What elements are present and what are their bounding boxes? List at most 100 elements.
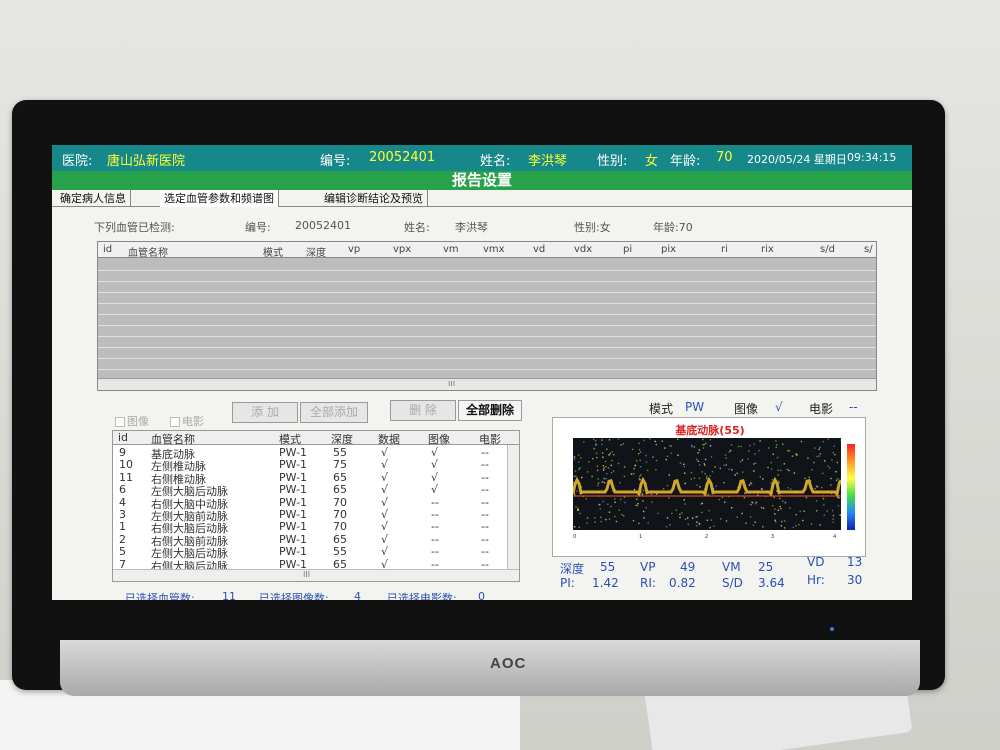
tab-vessel-params[interactable]: 选定血管参数和频谱图 xyxy=(160,190,279,207)
spectrum-speckle xyxy=(775,440,777,442)
spectrum-speckle xyxy=(614,501,616,503)
spectrum-speckle xyxy=(821,486,823,489)
delete-button[interactable]: 删 除 xyxy=(390,400,456,421)
spectrum-speckle xyxy=(822,472,824,474)
list-item[interactable]: 6 左侧大脑后动脉 PW-1 65 √ √ -- xyxy=(113,483,519,498)
spectrum-speckle xyxy=(775,521,777,523)
add-button[interactable]: 添 加 xyxy=(232,402,298,423)
spectrum-speckle xyxy=(725,457,727,459)
spectrum-speckle xyxy=(823,514,825,516)
delete-all-button[interactable]: 全部删除 xyxy=(458,400,522,421)
spectrum-speckle xyxy=(808,476,810,479)
table-row-divider xyxy=(98,369,876,370)
spectrum-speckle xyxy=(752,502,754,504)
spectrum-speckle xyxy=(615,520,618,523)
spectrum-speckle xyxy=(745,522,747,524)
spectrum-speckle xyxy=(591,475,593,478)
cell-data: √ xyxy=(381,446,389,459)
cell-image: -- xyxy=(431,508,439,521)
spectrum-speckle xyxy=(719,467,721,470)
spectrum-speckle xyxy=(601,443,603,446)
list-item[interactable]: 1 右侧大脑后动脉 PW-1 70 √ -- -- xyxy=(113,520,519,535)
doppler-spectrum-panel: 基底动脉(55) 160 80 0 80 160 0 1 2 3 4 xyxy=(552,417,866,557)
cell-image: -- xyxy=(431,495,439,509)
col-header: 图像 xyxy=(428,433,450,446)
horizontal-scrollbar[interactable]: III xyxy=(113,569,519,581)
list-item[interactable]: 9 基底动脉 PW-1 55 √ √ -- xyxy=(113,446,519,461)
spectrum-speckle xyxy=(793,472,796,474)
checkbox-box[interactable] xyxy=(115,417,125,427)
tab-patient-info[interactable]: 确定病人信息 xyxy=(56,190,131,207)
spectrum-speckle xyxy=(803,510,805,512)
spectrum-speckle xyxy=(723,481,725,484)
spectrum-speckle xyxy=(605,478,607,480)
spectrum-speckle xyxy=(610,464,612,467)
pi-label: PI: xyxy=(560,576,575,590)
spectrum-speckle xyxy=(578,526,580,529)
cell-image: -- xyxy=(431,520,439,534)
list-item[interactable]: 7 右侧大脑后动脉 PW-1 65 √ -- -- xyxy=(113,558,519,573)
spectrum-speckle xyxy=(737,445,740,448)
spectrum-speckle xyxy=(608,454,610,456)
spectrum-speckle xyxy=(826,510,828,512)
spectrum-speckle xyxy=(833,445,835,447)
spectrum-speckle xyxy=(580,457,582,459)
cine-checkbox[interactable]: 电影 xyxy=(170,413,204,429)
spectrum-speckle xyxy=(681,512,683,514)
spectrum-speckle xyxy=(703,463,706,465)
spectrum-speckle xyxy=(748,450,750,452)
spectrum-speckle xyxy=(800,440,803,443)
spectrum-speckle xyxy=(754,521,756,523)
list-item[interactable]: 10 左侧椎动脉 PW-1 75 √ √ -- xyxy=(113,458,519,473)
spectrum-speckle xyxy=(755,501,758,503)
spectrum-speckle xyxy=(834,454,836,456)
info-id-label: 编号: xyxy=(245,221,271,234)
spectrum-speckle xyxy=(602,456,604,458)
selected-vessels-list[interactable]: id 血管名称 模式 深度 数据 图像 电影 9 基底动脉 PW-1 55 √ √ -- 10… xyxy=(112,430,520,582)
list-item[interactable]: 5 左侧大脑后动脉 PW-1 55 √ -- -- xyxy=(113,545,519,560)
list-item[interactable]: 4 右侧大脑中动脉 PW-1 70 √ -- -- xyxy=(113,495,519,511)
image-checkbox[interactable]: 图像 xyxy=(115,413,149,429)
spectrum-speckle xyxy=(786,468,788,471)
spectrum-speckle xyxy=(725,520,728,522)
vessel-count-label: 已选择血管数: xyxy=(125,592,195,600)
spectrum-speckle xyxy=(668,497,670,499)
col-header: s/d xyxy=(820,244,835,255)
spectrum-speckle xyxy=(818,455,820,457)
spectrum-speckle xyxy=(805,496,808,499)
cell-depth: 55 xyxy=(333,446,347,459)
spectrum-speckle xyxy=(577,509,579,511)
spectrum-speckle xyxy=(655,443,657,446)
spectrum-speckle xyxy=(698,523,700,525)
spectrum-speckle xyxy=(832,452,834,454)
tab-diagnosis-preview[interactable]: 编辑诊断结论及预览 xyxy=(320,190,428,207)
vm-value: 25 xyxy=(758,560,774,574)
patient-id: 20052401 xyxy=(369,150,436,165)
spectrum-speckle xyxy=(635,460,638,462)
spectrum-speckle xyxy=(641,493,644,496)
spectrum-speckle xyxy=(724,501,726,503)
spectrum-speckle xyxy=(706,475,708,478)
spectrum-speckle xyxy=(724,454,727,456)
color-scale xyxy=(847,444,855,530)
scroll-thumb[interactable]: III xyxy=(303,570,310,579)
add-all-button[interactable]: 全部添加 xyxy=(300,402,368,423)
spectrum-speckle xyxy=(824,460,826,462)
spectrum-speckle xyxy=(748,483,751,486)
patient-header: 医院: 唐山弘新医院 编号: 20052401 姓名: 李洪琴 性别: 女 年龄… xyxy=(52,145,912,171)
checked-label: 下列血管已检测: xyxy=(94,221,175,234)
spectrum-speckle xyxy=(835,479,838,481)
checkbox-box[interactable] xyxy=(170,417,180,427)
spectrum-speckle xyxy=(704,473,706,475)
checked-vessels-table[interactable]: id 血管名称 模式 深度 vp vpx vm vmx vd vdx pi pi… xyxy=(97,241,877,391)
list-item[interactable]: 3 左侧大脑前动脉 PW-1 70 √ -- -- xyxy=(113,508,519,523)
cell-image: √ xyxy=(431,458,439,472)
spectrum-speckle xyxy=(666,484,669,487)
hr-label: Hr: xyxy=(807,573,825,587)
cell-image: -- xyxy=(431,545,439,559)
x-tick: 0 xyxy=(573,534,576,540)
spectrum-speckle xyxy=(574,470,577,472)
list-item[interactable]: 2 右侧大脑前动脉 PW-1 65 √ -- -- xyxy=(113,533,519,548)
vertical-scrollbar[interactable] xyxy=(507,445,519,569)
list-item[interactable]: 11 右侧椎动脉 PW-1 65 √ √ -- xyxy=(113,471,519,486)
